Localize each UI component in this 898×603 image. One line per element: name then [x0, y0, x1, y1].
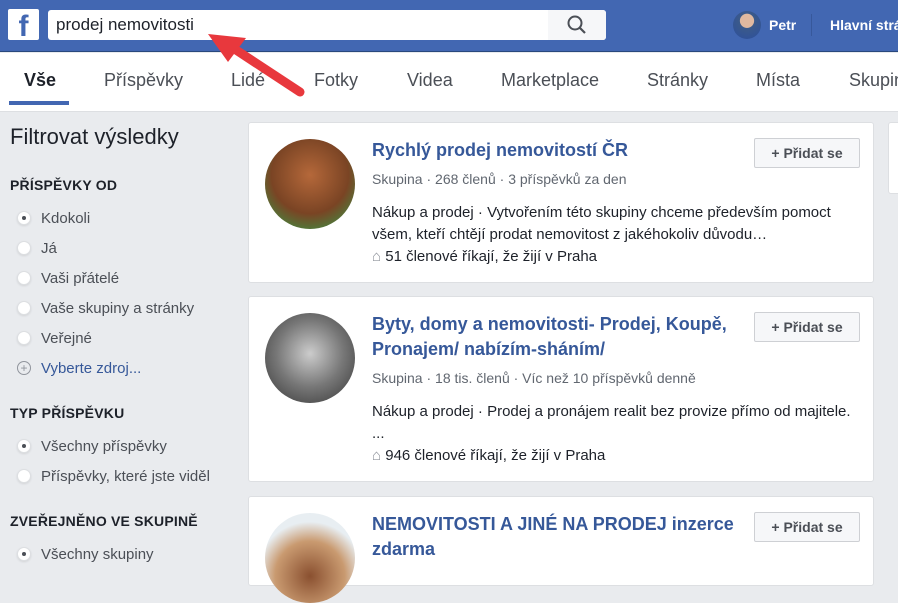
- red-arrow-annotation: [208, 34, 305, 97]
